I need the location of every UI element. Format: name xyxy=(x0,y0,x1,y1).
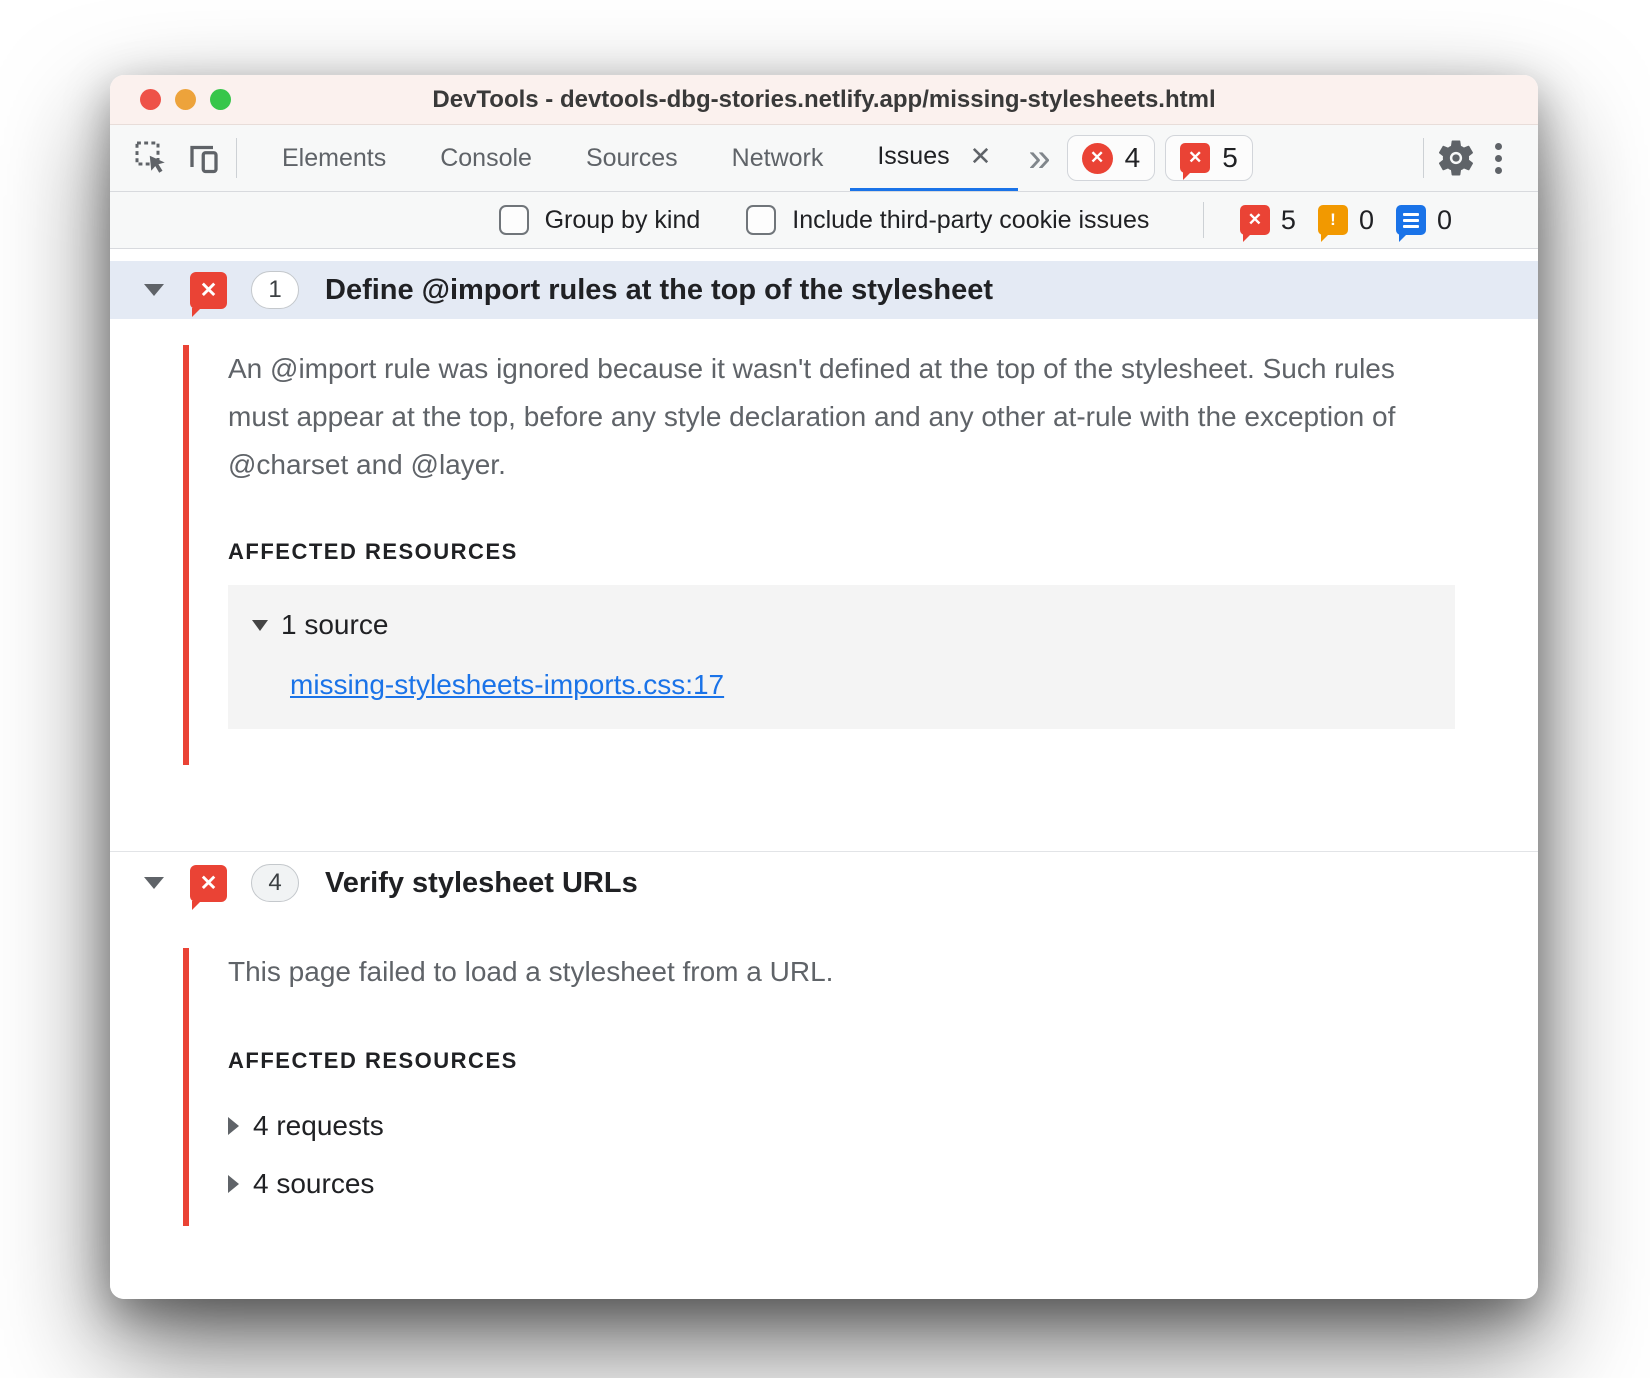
zoom-window-button[interactable] xyxy=(210,89,231,110)
issue-count-badge: 1 xyxy=(251,271,299,309)
issues-count-badge[interactable]: ✕ 5 xyxy=(1165,135,1253,181)
breaking-changes-icon: ! xyxy=(1318,205,1348,235)
affected-resources-list: 4 requests 4 sources xyxy=(228,1110,1538,1200)
sources-group-toggle[interactable]: 4 sources xyxy=(228,1168,1538,1200)
settings-button[interactable] xyxy=(1434,136,1478,180)
improvements-counter: 0 xyxy=(1396,205,1452,236)
chevron-collapsed-icon xyxy=(228,1117,239,1135)
close-window-button[interactable] xyxy=(140,89,161,110)
issue-item-verify-stylesheets: ✕ 4 Verify stylesheet URLs This page fai… xyxy=(110,851,1538,1226)
main-toolbar: Elements Console Sources Network Issues … xyxy=(110,125,1538,192)
counters-divider xyxy=(1203,202,1204,238)
issue-item-import-rules: ✕ 1 Define @import rules at the top of t… xyxy=(110,261,1538,765)
issues-count-value: 5 xyxy=(1222,142,1238,174)
chevron-expanded-icon xyxy=(252,620,268,631)
titlebar: DevTools - devtools-dbg-stories.netlify.… xyxy=(110,75,1538,125)
issue-counters: ✕ 5 ! 0 0 xyxy=(1203,192,1452,248)
issue-kind-icon: ✕ xyxy=(190,272,227,309)
toolbar-divider-right xyxy=(1423,138,1424,178)
tab-elements[interactable]: Elements xyxy=(255,125,413,191)
issue-bubble-icon: ✕ xyxy=(1180,143,1210,173)
close-tab-icon[interactable]: ✕ xyxy=(970,141,992,172)
tab-network[interactable]: Network xyxy=(705,125,851,191)
issue-kind-icon: ✕ xyxy=(190,865,227,902)
gear-icon xyxy=(1435,137,1477,179)
third-party-cookie-checkbox[interactable] xyxy=(746,205,776,235)
page-errors-counter: ✕ 5 xyxy=(1240,205,1296,236)
device-toolbar-icon[interactable] xyxy=(182,136,226,180)
error-circle-icon: ✕ xyxy=(1082,143,1113,174)
issue-title: Define @import rules at the top of the s… xyxy=(325,274,993,307)
improvements-icon xyxy=(1396,205,1426,235)
screenshot-stage: DevTools - devtools-dbg-stories.netlify.… xyxy=(0,0,1650,1378)
chevron-collapsed-icon xyxy=(228,1175,239,1193)
group-by-kind-checkbox[interactable] xyxy=(499,205,529,235)
affected-resources-label: AFFECTED RESOURCES xyxy=(228,1048,1538,1074)
minimize-window-button[interactable] xyxy=(175,89,196,110)
issues-filter-bar: Group by kind Include third-party cookie… xyxy=(110,192,1538,249)
affected-resources-box: 1 source missing-stylesheets-imports.css… xyxy=(228,585,1455,729)
issue-body: An @import rule was ignored because it w… xyxy=(110,345,1538,765)
resource-link[interactable]: missing-stylesheets-imports.css:17 xyxy=(290,669,724,701)
tab-sources[interactable]: Sources xyxy=(559,125,705,191)
more-tabs-icon[interactable]: » xyxy=(1018,125,1056,191)
issue-description: This page failed to load a stylesheet fr… xyxy=(228,948,1418,996)
window-title: DevTools - devtools-dbg-stories.netlify.… xyxy=(432,86,1215,114)
issue-description: An @import rule was ignored because it w… xyxy=(228,345,1418,489)
tab-console[interactable]: Console xyxy=(413,125,559,191)
issue-header[interactable]: ✕ 4 Verify stylesheet URLs xyxy=(110,854,1538,912)
issue-title: Verify stylesheet URLs xyxy=(325,867,638,900)
page-errors-icon: ✕ xyxy=(1240,205,1270,235)
more-options-button[interactable] xyxy=(1478,143,1518,174)
chevron-expanded-icon xyxy=(144,284,164,296)
toolbar-divider xyxy=(236,138,237,178)
issues-panel: ✕ 1 Define @import rules at the top of t… xyxy=(110,249,1538,1299)
error-count-value: 4 xyxy=(1125,142,1141,174)
chevron-expanded-icon xyxy=(144,877,164,889)
group-by-kind-option[interactable]: Group by kind xyxy=(499,205,701,235)
tab-issues[interactable]: Issues ✕ xyxy=(850,125,1018,191)
affected-resources-label: AFFECTED RESOURCES xyxy=(228,539,1538,565)
devtools-window: DevTools - devtools-dbg-stories.netlify.… xyxy=(110,75,1538,1299)
sources-group-toggle[interactable]: 1 source xyxy=(252,609,1431,641)
issue-count-badge: 4 xyxy=(251,864,299,902)
inspect-element-icon[interactable] xyxy=(130,136,174,180)
issue-body: This page failed to load a stylesheet fr… xyxy=(110,948,1538,1226)
error-count-badge[interactable]: ✕ 4 xyxy=(1067,135,1156,181)
breaking-changes-counter: ! 0 xyxy=(1318,205,1374,236)
panel-tabs: Elements Console Sources Network Issues … xyxy=(255,125,1018,191)
toolbar-left-icons xyxy=(130,125,226,191)
traffic-lights xyxy=(140,75,231,124)
third-party-cookie-option[interactable]: Include third-party cookie issues xyxy=(746,205,1149,235)
toolbar-spacer xyxy=(1253,125,1413,191)
requests-group-toggle[interactable]: 4 requests xyxy=(228,1110,1538,1142)
issue-header[interactable]: ✕ 1 Define @import rules at the top of t… xyxy=(110,261,1538,319)
